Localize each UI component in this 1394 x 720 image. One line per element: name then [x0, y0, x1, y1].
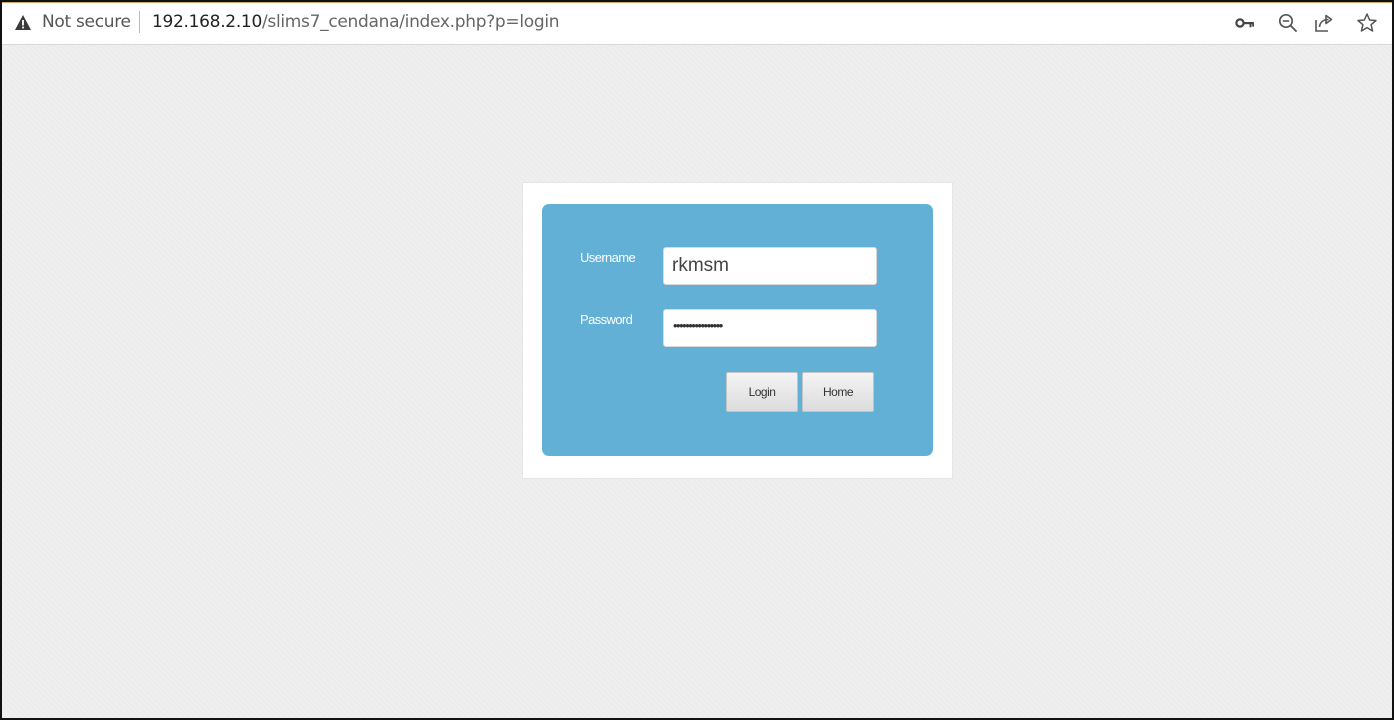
password-label: Password: [580, 312, 633, 327]
warning-icon[interactable]: [14, 14, 32, 32]
url-host: 192.168.2.10: [152, 12, 262, 32]
page-content: Username Password •••••••••••••••• Login…: [2, 45, 1392, 718]
url-path: /slims7_cendana/index.php?p=login: [261, 12, 560, 32]
star-icon[interactable]: [1356, 12, 1378, 34]
security-status[interactable]: Not secure: [42, 12, 131, 32]
key-icon[interactable]: [1234, 12, 1256, 34]
home-button[interactable]: Home: [802, 372, 874, 412]
password-input[interactable]: ••••••••••••••••: [663, 309, 877, 347]
url-separator: [139, 11, 140, 33]
login-button[interactable]: Login: [726, 372, 798, 412]
address-bar[interactable]: Not secure 192.168.2.10/slims7_cendana/i…: [2, 2, 1392, 45]
username-label: Username: [580, 250, 636, 265]
password-mask: ••••••••••••••••: [673, 318, 723, 333]
url-field[interactable]: 192.168.2.10/slims7_cendana/index.php?p=…: [152, 12, 560, 32]
zoom-out-icon[interactable]: [1277, 12, 1299, 34]
login-card: Username Password •••••••••••••••• Login…: [522, 182, 953, 479]
username-input[interactable]: [663, 247, 877, 285]
browser-window: Not secure 192.168.2.10/slims7_cendana/i…: [0, 0, 1394, 720]
login-panel: Username Password •••••••••••••••• Login…: [542, 204, 933, 456]
share-icon[interactable]: [1313, 12, 1335, 34]
